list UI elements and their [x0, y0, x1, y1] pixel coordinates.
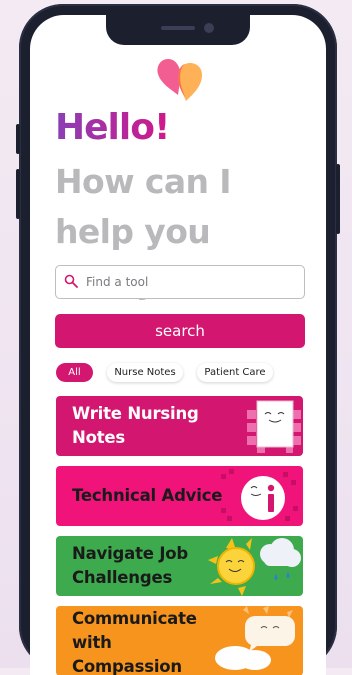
tool-card-technical-advice[interactable]: Technical Advice: [56, 466, 303, 526]
tool-card-label: Navigate Job Challenges: [72, 544, 189, 587]
tool-card-label: Write Nursing Notes: [72, 404, 199, 447]
search-button[interactable]: search: [55, 314, 305, 348]
app-screen: Hello! How can I help you today? search …: [30, 15, 326, 675]
search-input[interactable]: [84, 270, 298, 294]
filter-chip-patient-care[interactable]: Patient Care: [197, 363, 273, 382]
filter-chip-all[interactable]: All: [56, 363, 93, 382]
speaker-grille: [161, 26, 195, 30]
search-field[interactable]: [55, 265, 305, 299]
greeting-heading: Hello!: [55, 107, 170, 148]
search-icon: [64, 274, 78, 288]
heart-logo-icon: [157, 59, 202, 101]
phone-frame: Hello! How can I help you today? search …: [16, 4, 340, 675]
tool-card-communicate-with-compassion[interactable]: Communicate with Compassion: [56, 606, 303, 675]
tool-card-write-nursing-notes[interactable]: Write Nursing Notes: [56, 396, 303, 456]
phone-side-button: [16, 124, 20, 154]
phone-side-button: [16, 169, 20, 219]
filter-chip-nurse-notes[interactable]: Nurse Notes: [107, 363, 183, 382]
phone-side-button: [336, 164, 340, 234]
tool-card-navigate-job-challenges[interactable]: Navigate Job Challenges: [56, 536, 303, 596]
info-icon: [221, 469, 298, 521]
tool-card-label: Technical Advice: [72, 486, 223, 505]
phone-notch: [106, 15, 250, 45]
tool-card-label: Communicate with Compassion: [72, 609, 197, 675]
front-camera: [204, 23, 214, 33]
sun-cloud-icon: [208, 538, 301, 596]
